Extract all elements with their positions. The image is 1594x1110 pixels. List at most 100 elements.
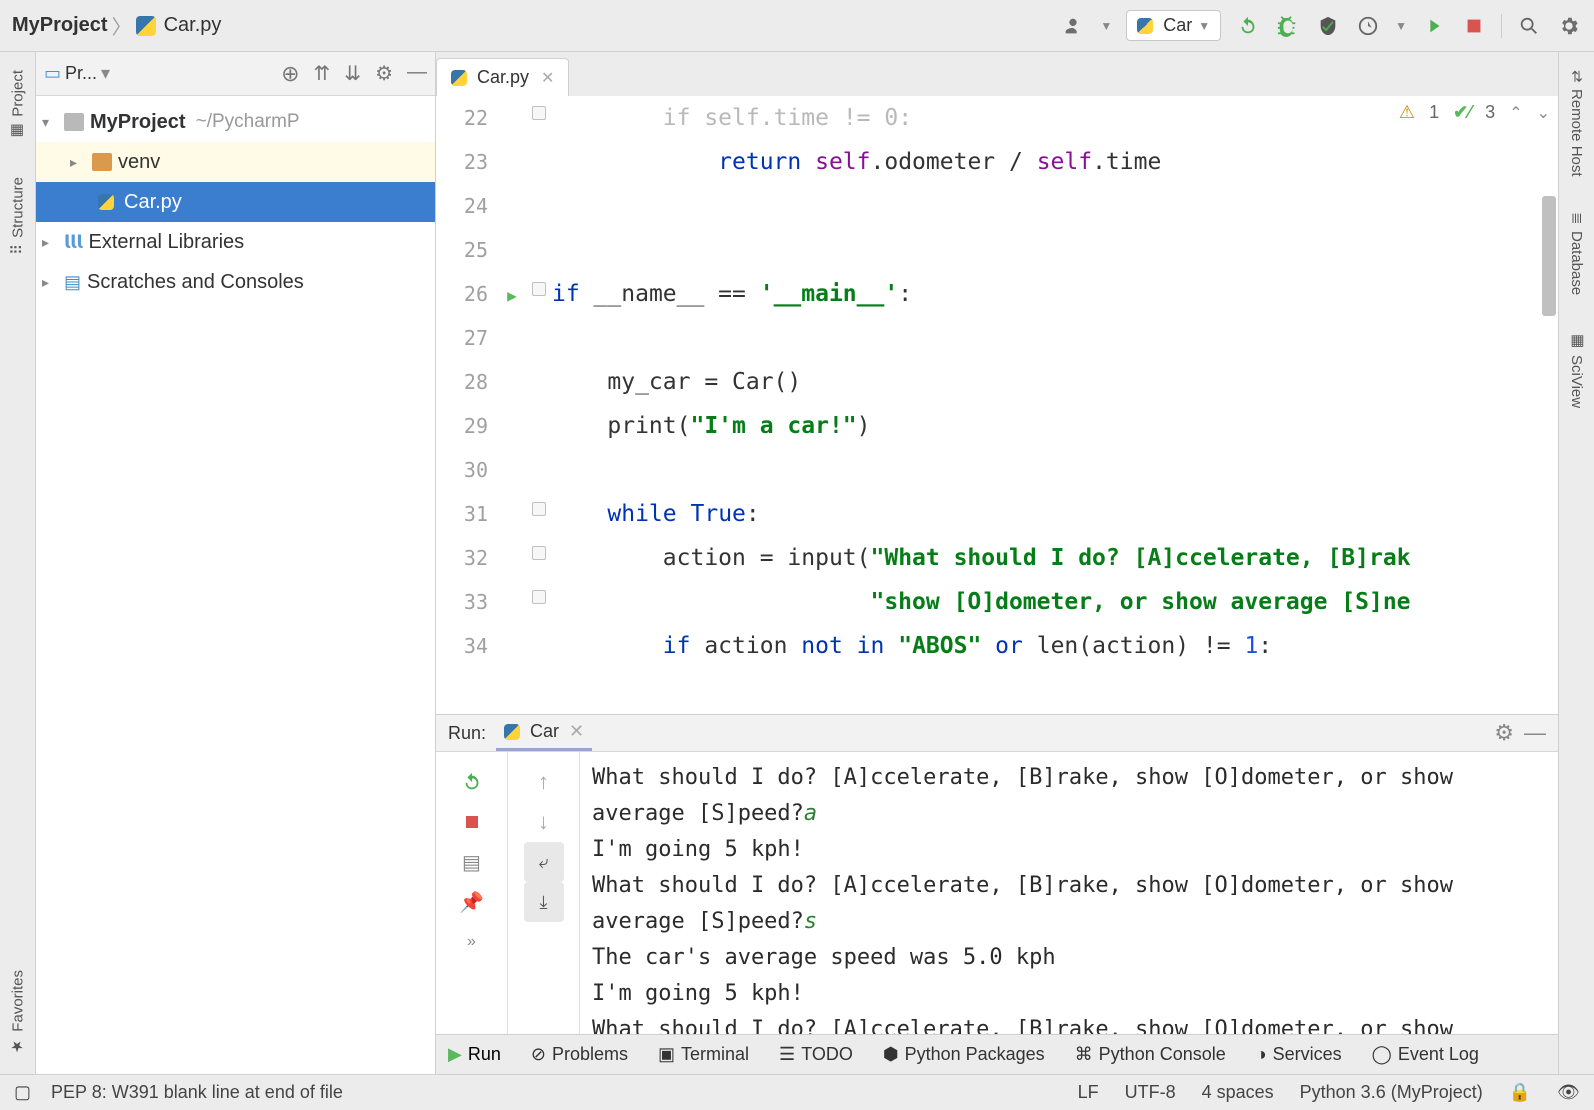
user-add-icon[interactable]: [1060, 13, 1086, 39]
sciview-icon: ▦: [1568, 331, 1586, 349]
breadcrumb-file[interactable]: Car.py: [164, 14, 222, 37]
tree-venv-label: venv: [118, 144, 160, 180]
tool-eventlog[interactable]: ◯Event Log: [1372, 1044, 1479, 1065]
python-icon: [1137, 18, 1153, 34]
fold-handle[interactable]: [532, 106, 546, 120]
project-icon: ▦: [9, 123, 27, 141]
gear-icon[interactable]: ⚙: [375, 61, 393, 87]
pin-icon[interactable]: 📌: [452, 882, 492, 922]
chevron-down-icon[interactable]: ▼: [1100, 19, 1112, 33]
python-icon: ⌘: [1075, 1044, 1093, 1065]
inspection-widget[interactable]: ⚠1 ✔⁄3 ⌃ ⌄: [1399, 102, 1550, 123]
tree-venv[interactable]: ▸ venv: [36, 142, 435, 182]
editor-tab-car[interactable]: Car.py ✕: [436, 58, 569, 96]
tree-extlib-label: External Libraries: [89, 224, 245, 260]
profile-icon[interactable]: [1355, 13, 1381, 39]
gear-icon[interactable]: [1556, 13, 1582, 39]
stop-icon[interactable]: [452, 802, 492, 842]
tool-console[interactable]: ⌘Python Console: [1075, 1044, 1226, 1065]
run-line-icon[interactable]: ▶: [507, 286, 517, 305]
status-message: PEP 8: W391 blank line at end of file: [51, 1082, 343, 1103]
status-interpreter[interactable]: Python 3.6 (MyProject): [1300, 1082, 1483, 1103]
fold-handle[interactable]: [532, 546, 546, 560]
code-content[interactable]: if self.time != 0: return self.odometer …: [552, 96, 1558, 714]
chevron-down-icon: ▼: [1198, 19, 1210, 33]
run-tab-car[interactable]: Car ✕: [496, 715, 592, 751]
toolwindows-icon[interactable]: ▢: [14, 1082, 31, 1103]
project-panel-title[interactable]: ▭ Pr... ▾: [44, 63, 110, 84]
sidebar-database-tab[interactable]: ≣Database: [1568, 194, 1586, 313]
warn-count: 1: [1429, 102, 1439, 123]
project-panel-header: ▭ Pr... ▾ ⊕ ⇈ ⇊ ⚙ —: [36, 52, 435, 96]
tool-terminal[interactable]: ▣Terminal: [658, 1044, 749, 1065]
chevron-down-icon[interactable]: ⌄: [1537, 103, 1550, 123]
scratches-icon: ▤: [64, 264, 81, 300]
soft-wrap-icon[interactable]: ⤶: [524, 842, 564, 882]
sidebar-remote-tab[interactable]: ⇄Remote Host: [1568, 52, 1586, 194]
chevron-up-icon[interactable]: ⌃: [1509, 103, 1522, 123]
stop-icon[interactable]: [1461, 13, 1487, 39]
up-icon[interactable]: ↑: [524, 762, 564, 802]
python-icon: [504, 724, 520, 740]
console-line: I'm going 5 kph!: [592, 976, 1546, 1012]
coverage-icon[interactable]: [1315, 13, 1341, 39]
run-config-selector[interactable]: Car ▼: [1126, 10, 1221, 41]
sidebar-favorites-tab[interactable]: ★Favorites: [9, 952, 27, 1074]
libraries-icon: 𝗹𝗹𝗹: [64, 224, 83, 260]
fold-handle[interactable]: [532, 590, 546, 604]
minimize-icon[interactable]: —: [1524, 720, 1546, 746]
run-tool-window: Run: Car ✕ ⚙ — ▤ 📌 » ↑: [436, 714, 1558, 1034]
tool-problems[interactable]: ⊘Problems: [531, 1044, 628, 1065]
code-editor[interactable]: 22232425262728293031323334 ▶ if self.tim…: [436, 96, 1558, 714]
tree-scratches[interactable]: ▸ ▤ Scratches and Consoles: [36, 262, 435, 302]
tool-run[interactable]: ▶Run: [448, 1044, 501, 1065]
sidebar-project-tab[interactable]: ▦Project: [9, 52, 27, 159]
database-icon: ≣: [1568, 212, 1586, 225]
status-indent[interactable]: 4 spaces: [1202, 1082, 1274, 1103]
scroll-to-end-icon[interactable]: ⤓: [524, 882, 564, 922]
console-line: I'm going 5 kph!: [592, 832, 1546, 868]
more-icon[interactable]: »: [452, 922, 492, 962]
editor-scrollbar[interactable]: [1542, 196, 1556, 316]
sidebar-sciview-tab[interactable]: ▦SciView: [1568, 313, 1586, 426]
fold-handle[interactable]: [532, 502, 546, 516]
tool-todo[interactable]: ☰TODO: [779, 1044, 853, 1065]
right-tool-rail: ⇄Remote Host ≣Database ▦SciView: [1558, 52, 1594, 1074]
tree-external-libraries[interactable]: ▸ 𝗹𝗹𝗹 External Libraries: [36, 222, 435, 262]
editor-tab-row: Car.py ✕: [436, 52, 1558, 96]
lock-icon[interactable]: 🔒: [1509, 1082, 1531, 1103]
check-icon: ✔⁄: [1453, 102, 1471, 123]
rerun-icon[interactable]: [452, 762, 492, 802]
expand-all-icon[interactable]: ⇈: [314, 61, 331, 87]
problems-icon: ⊘: [531, 1044, 546, 1065]
chevron-down-icon: ▾: [42, 104, 58, 140]
attach-icon[interactable]: [1421, 13, 1447, 39]
down-icon[interactable]: ↓: [524, 802, 564, 842]
inspection-icon[interactable]: 👁: [1557, 1082, 1580, 1103]
tool-packages[interactable]: ⬢Python Packages: [883, 1044, 1045, 1065]
eventlog-icon: ◯: [1372, 1044, 1392, 1065]
fold-handle[interactable]: [532, 282, 546, 296]
project-tree: ▾ MyProject ~/PycharmP ▸ venv Car.py ▸ 𝗹…: [36, 96, 435, 308]
breadcrumb[interactable]: MyProject 〉 Car.py: [12, 11, 221, 40]
close-icon[interactable]: ✕: [569, 721, 584, 742]
sidebar-structure-tab[interactable]: ⠿Structure: [9, 159, 27, 273]
layout-icon[interactable]: ▤: [452, 842, 492, 882]
search-icon[interactable]: [1516, 13, 1542, 39]
tree-file-car[interactable]: Car.py: [36, 182, 435, 222]
tool-services[interactable]: ◑Services: [1256, 1044, 1342, 1065]
minimize-icon[interactable]: —: [407, 61, 427, 87]
debug-icon[interactable]: [1275, 13, 1301, 39]
breadcrumb-project[interactable]: MyProject: [12, 14, 108, 37]
status-encoding[interactable]: UTF-8: [1125, 1082, 1176, 1103]
gear-icon[interactable]: ⚙: [1494, 720, 1514, 746]
rerun-icon[interactable]: [1235, 13, 1261, 39]
locate-icon[interactable]: ⊕: [281, 61, 299, 87]
close-icon[interactable]: ✕: [541, 68, 554, 88]
star-icon: ★: [9, 1038, 27, 1056]
collapse-all-icon[interactable]: ⇊: [344, 61, 361, 87]
tree-root[interactable]: ▾ MyProject ~/PycharmP: [36, 102, 435, 142]
chevron-down-icon[interactable]: ▼: [1395, 19, 1407, 33]
chevron-right-icon: 〉: [112, 11, 132, 40]
status-line-sep[interactable]: LF: [1078, 1082, 1099, 1103]
